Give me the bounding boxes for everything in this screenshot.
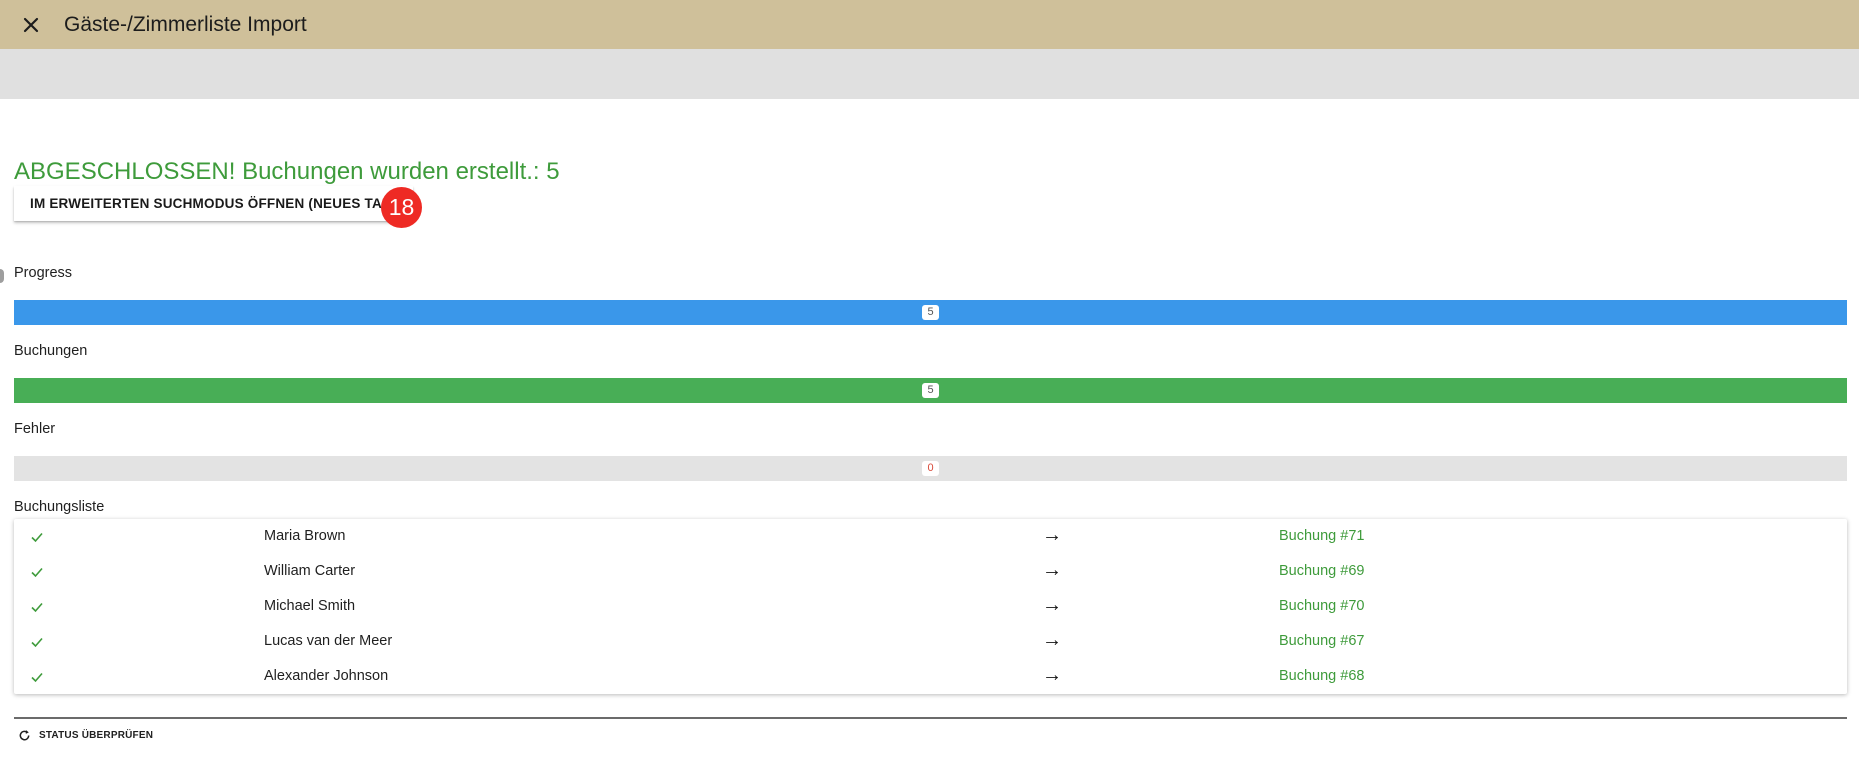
bookings-bar: 5 [14,378,1847,403]
open-extended-search-label: IM ERWEITERTEN SUCHMODUS ÖFFNEN (NEUES T… [30,196,397,211]
booking-row: Michael Smith → Buchung #70 [14,589,1847,624]
guest-name: Alexander Johnson [264,668,389,684]
check-status-button[interactable]: STATUS ÜBERPRÜFEN [18,729,153,742]
booking-link[interactable]: Buchung #70 [1279,598,1364,614]
booking-row: William Carter → Buchung #69 [14,554,1847,589]
booking-row: Lucas van der Meer → Buchung #67 [14,624,1847,659]
check-status-label: STATUS ÜBERPRÜFEN [39,730,154,741]
bookings-count: 5 [922,383,939,398]
booking-link[interactable]: Buchung #69 [1279,563,1364,579]
arrow-icon: → [1042,559,1062,581]
bookings-label: Buchungen [14,343,88,359]
errors-bar: 0 [14,456,1847,481]
booking-list: Maria Brown → Buchung #71 William Carter… [14,519,1847,694]
booking-link[interactable]: Buchung #71 [1279,528,1364,544]
arrow-icon: → [1042,594,1062,616]
check-icon [31,532,43,543]
side-handle[interactable] [0,269,4,283]
section-divider [14,717,1847,719]
page-title: Gäste-/Zimmerliste Import [64,12,307,36]
booking-link[interactable]: Buchung #68 [1279,668,1364,684]
check-icon [31,672,43,683]
guest-name: William Carter [264,563,356,579]
progress-label: Progress [14,265,73,281]
arrow-icon: → [1042,524,1062,546]
check-icon [31,602,43,613]
close-button[interactable] [19,13,43,37]
arrow-icon: → [1042,629,1062,651]
guest-name: Michael Smith [264,598,356,614]
errors-label: Fehler [14,421,56,437]
progress-count: 5 [922,305,939,320]
booking-list-label: Buchungsliste [14,499,105,515]
guest-name: Maria Brown [264,528,346,544]
open-extended-search-button[interactable]: IM ERWEITERTEN SUCHMODUS ÖFFNEN (NEUES T… [14,186,413,221]
booking-row: Maria Brown → Buchung #71 [14,519,1847,554]
toolbar-strip [0,49,1859,99]
close-icon [23,17,39,32]
check-icon [31,637,43,648]
arrow-icon: → [1042,664,1062,686]
app-header: Gäste-/Zimmerliste Import [0,0,1859,49]
errors-count: 0 [922,461,939,476]
notification-badge: 18 [381,187,422,228]
refresh-icon [19,730,30,741]
booking-link[interactable]: Buchung #67 [1279,633,1364,649]
completion-heading: ABGESCHLOSSEN! Buchungen wurden erstellt… [14,158,560,185]
progress-bar: 5 [14,300,1847,325]
booking-row: Alexander Johnson → Buchung #68 [14,659,1847,694]
check-icon [31,567,43,578]
guest-name: Lucas van der Meer [264,633,393,649]
